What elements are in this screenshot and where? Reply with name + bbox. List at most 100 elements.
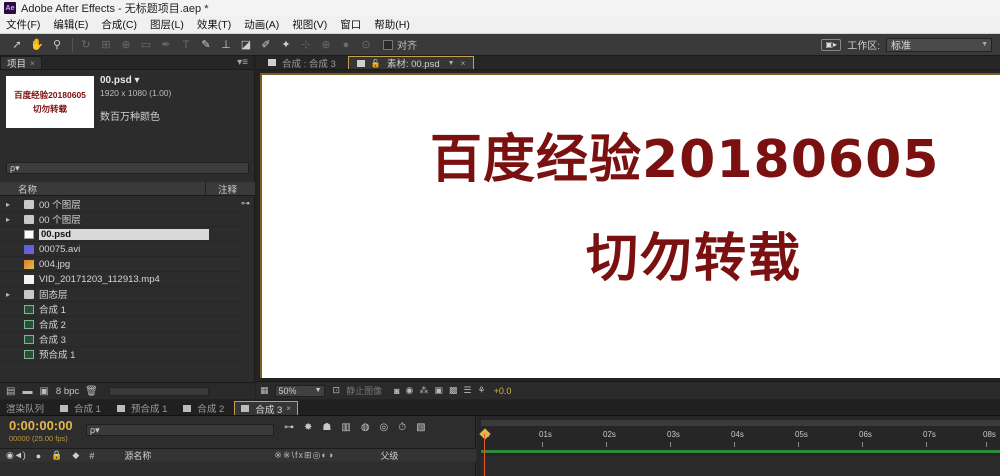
timeline-search-input[interactable]: ρ▾ xyxy=(86,424,274,436)
list-item[interactable]: 00.psd xyxy=(0,227,240,242)
chevron-down-icon[interactable]: ▼ xyxy=(448,60,455,67)
tab-project[interactable]: 项目 × xyxy=(0,56,42,70)
new-folder-icon[interactable]: ▬ xyxy=(22,386,32,397)
column-source-name[interactable]: 源名称 xyxy=(124,449,274,462)
menu-help[interactable]: 帮助(H) xyxy=(372,16,412,33)
current-timecode[interactable]: 0:00:00:00 xyxy=(9,418,73,433)
pen-tool-icon[interactable]: ✒ xyxy=(157,37,175,53)
column-notes[interactable]: 注释 xyxy=(206,182,237,196)
roto-brush-tool-icon[interactable]: ✐ xyxy=(257,37,275,53)
pan-behind-tool-icon[interactable]: ⊕ xyxy=(117,37,135,53)
safe-margins-icon[interactable]: ⊡ xyxy=(333,385,341,396)
timeline-icon[interactable]: ☰ xyxy=(463,385,471,396)
stopwatch-icon[interactable]: ⏱ xyxy=(398,422,406,433)
axis-view-icon[interactable]: ● xyxy=(337,37,355,53)
snap-checkbox[interactable] xyxy=(383,39,393,50)
motion-blur-icon[interactable]: ◍ xyxy=(361,422,370,433)
show-snapshot-icon[interactable]: ◉ xyxy=(406,385,414,396)
list-item[interactable]: 004.jpg xyxy=(0,257,240,272)
hand-tool-icon[interactable]: ✋ xyxy=(28,37,46,53)
type-tool-icon[interactable]: T xyxy=(177,37,195,53)
transparency-grid-icon[interactable]: ▩ xyxy=(449,385,458,396)
exposure-value[interactable]: +0.0 xyxy=(494,386,512,396)
new-composition-icon[interactable]: ▣ xyxy=(39,386,48,397)
interpret-footage-icon[interactable]: ▤ xyxy=(6,386,15,397)
time-ruler[interactable]: 0s 01s 02s 03s 04s 05s 06s 07s 08s xyxy=(477,428,1000,448)
graph-editor-icon[interactable]: ◎ xyxy=(380,422,389,433)
label-icon[interactable]: ◆ xyxy=(72,450,79,461)
menu-edit[interactable]: 编辑(E) xyxy=(51,16,90,33)
menu-animation[interactable]: 动画(A) xyxy=(242,16,281,33)
tab-composition[interactable]: 合成 : 合成 3 xyxy=(260,56,344,70)
menu-effect[interactable]: 效果(T) xyxy=(195,16,233,33)
clone-stamp-tool-icon[interactable]: ⊥ xyxy=(217,37,235,53)
zoom-dropdown[interactable]: 50% ▼ xyxy=(274,384,325,397)
column-name[interactable]: 名称 xyxy=(0,181,206,196)
footage-canvas[interactable]: 百度经验20180605 切勿转载 xyxy=(260,73,1000,378)
bit-depth-button[interactable]: 8 bpc xyxy=(56,386,79,397)
camera-tool-icon[interactable]: ⊞ xyxy=(97,37,115,53)
axis-local-icon[interactable]: ⊹ xyxy=(297,37,315,53)
layer-track-area[interactable] xyxy=(481,456,1000,476)
rectangle-tool-icon[interactable]: ▭ xyxy=(137,37,155,53)
channel-icon[interactable]: ⁂ xyxy=(419,385,428,396)
axis-world-icon[interactable]: ⊕ xyxy=(317,37,335,53)
eraser-tool-icon[interactable]: ◪ xyxy=(237,37,255,53)
list-item[interactable]: 00075.avi xyxy=(0,242,240,257)
rotate-tool-icon[interactable]: ↻ xyxy=(77,37,95,53)
horizontal-scrollbar[interactable] xyxy=(108,386,209,396)
menu-view[interactable]: 视图(V) xyxy=(290,16,329,33)
draft-3d-icon[interactable]: ✸ xyxy=(304,422,312,433)
lock-icon[interactable]: 🔓 xyxy=(371,59,381,68)
lock-icon[interactable]: 🔒 xyxy=(51,450,62,461)
zoom-tool-icon[interactable]: ⚲ xyxy=(48,37,66,53)
menu-composition[interactable]: 合成(C) xyxy=(99,16,139,33)
list-item[interactable]: 预合成 1 xyxy=(0,347,240,362)
solo-icon[interactable]: ● xyxy=(36,451,41,461)
list-item[interactable]: ▸ 00 个图层 xyxy=(0,197,240,212)
selection-tool-icon[interactable]: ➚ xyxy=(8,37,26,53)
always-preview-icon[interactable]: ▦ xyxy=(260,385,269,396)
brush-tool-icon[interactable]: ✎ xyxy=(197,37,215,53)
close-icon[interactable]: × xyxy=(286,404,291,413)
list-item[interactable]: ▸ 00 个图层 xyxy=(0,212,240,227)
close-icon[interactable]: × xyxy=(30,59,35,68)
flowchart-icon[interactable]: ⊶ xyxy=(241,198,250,209)
menu-file[interactable]: 文件(F) xyxy=(4,16,42,33)
list-item[interactable]: ▸ 固态层 xyxy=(0,287,240,302)
tab-comp-1[interactable]: 合成 1 xyxy=(54,401,107,415)
workspace-icon[interactable]: ▣▸ xyxy=(821,38,842,51)
list-item[interactable]: 合成 3 xyxy=(0,332,240,347)
tab-precomp-1[interactable]: 预合成 1 xyxy=(111,401,173,415)
column-parent[interactable]: 父级 xyxy=(380,449,398,462)
frame-blending-icon[interactable]: ▥ xyxy=(341,422,350,433)
live-update-icon[interactable]: ▧ xyxy=(416,422,425,433)
list-item[interactable]: VID_20171203_112913.mp4 xyxy=(0,272,240,287)
twirl-icon[interactable]: ▸ xyxy=(6,215,14,224)
trash-icon[interactable]: 🗑 xyxy=(85,386,98,397)
list-item[interactable]: 合成 1 xyxy=(0,302,240,317)
twirl-icon[interactable]: ▸ xyxy=(6,290,14,299)
menu-layer[interactable]: 图层(L) xyxy=(148,16,186,33)
twirl-icon[interactable]: ▸ xyxy=(6,200,14,209)
item-filename[interactable]: 00.psd ▾ xyxy=(100,75,171,86)
list-item[interactable]: 合成 2 xyxy=(0,317,240,332)
puppet-tool-icon[interactable]: ✦ xyxy=(277,37,295,53)
close-icon[interactable]: × xyxy=(461,59,466,68)
visibility-icon[interactable]: ◉◄) xyxy=(6,450,26,461)
workspace-dropdown[interactable]: 标准 ▼ xyxy=(886,37,992,52)
flowchart-icon[interactable]: ⚘ xyxy=(477,385,485,396)
work-area-bar[interactable] xyxy=(481,420,1000,426)
tab-comp-2[interactable]: 合成 2 xyxy=(177,401,230,415)
menu-window[interactable]: 窗口 xyxy=(338,16,363,33)
tab-footage[interactable]: 🔓 素材: 00.psd ▼ × xyxy=(347,56,475,70)
shy-layers-icon[interactable]: ☗ xyxy=(322,422,331,433)
camera-snapshot-icon[interactable]: ◙ xyxy=(394,386,399,396)
panel-menu-icon[interactable]: ▾≡ xyxy=(237,57,248,68)
project-search-input[interactable]: ρ▾ xyxy=(6,162,249,174)
comp-mini-flowchart-icon[interactable]: ⊶ xyxy=(284,422,294,433)
region-of-interest-icon[interactable]: ▣ xyxy=(434,385,443,396)
tab-comp-3[interactable]: 合成 3 × xyxy=(234,401,298,416)
axis-extra-icon[interactable]: ⊙ xyxy=(357,37,375,53)
tab-render-queue[interactable]: 渲染队列 xyxy=(0,401,50,415)
